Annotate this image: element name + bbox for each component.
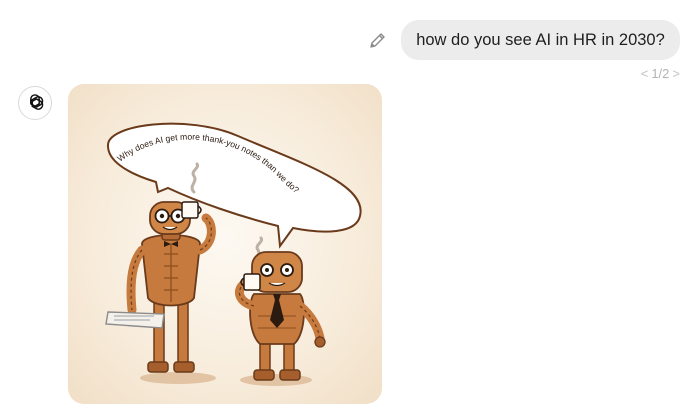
assistant-avatar xyxy=(18,86,52,120)
pencil-icon[interactable] xyxy=(366,30,388,52)
speech-bubble: Why does AI get more thank-you notes tha… xyxy=(106,122,362,249)
openai-logo-icon xyxy=(30,94,44,110)
response-pager: < 1/2 > xyxy=(641,66,680,81)
pager-count: 1/2 xyxy=(651,66,670,81)
next-response-button[interactable]: > xyxy=(672,66,680,81)
user-message-text: how do you see AI in HR in 2030? xyxy=(416,30,665,49)
ground-shadow-left xyxy=(140,372,216,384)
short-robot xyxy=(234,236,326,381)
ground-shadow-right xyxy=(240,374,312,386)
previous-response-button[interactable]: < xyxy=(641,66,649,81)
generated-image[interactable]: Why does AI get more thank-you notes tha… xyxy=(68,84,382,404)
user-message-bubble: how do you see AI in HR in 2030? xyxy=(401,20,680,60)
